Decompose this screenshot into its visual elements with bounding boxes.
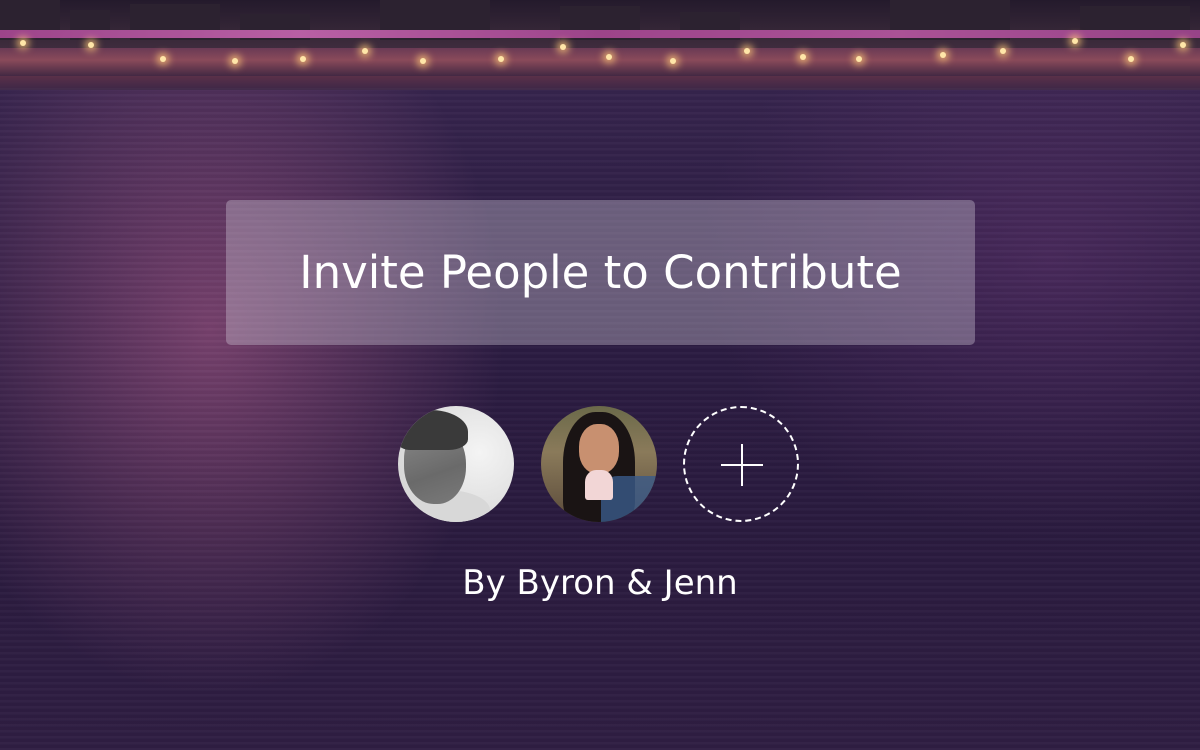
background-scene: Invite People to Contribute By Byron & J… (0, 0, 1200, 750)
invite-people-button[interactable]: Invite People to Contribute (226, 200, 975, 345)
avatar-byron[interactable] (398, 406, 514, 522)
avatar-jenn[interactable] (541, 406, 657, 522)
invite-button-label: Invite People to Contribute (299, 246, 902, 299)
contributor-avatars (398, 406, 802, 524)
add-contributor-button[interactable] (683, 406, 799, 522)
city-skyline (0, 0, 1200, 90)
plus-icon (721, 444, 763, 486)
byline: By Byron & Jenn (462, 563, 738, 603)
